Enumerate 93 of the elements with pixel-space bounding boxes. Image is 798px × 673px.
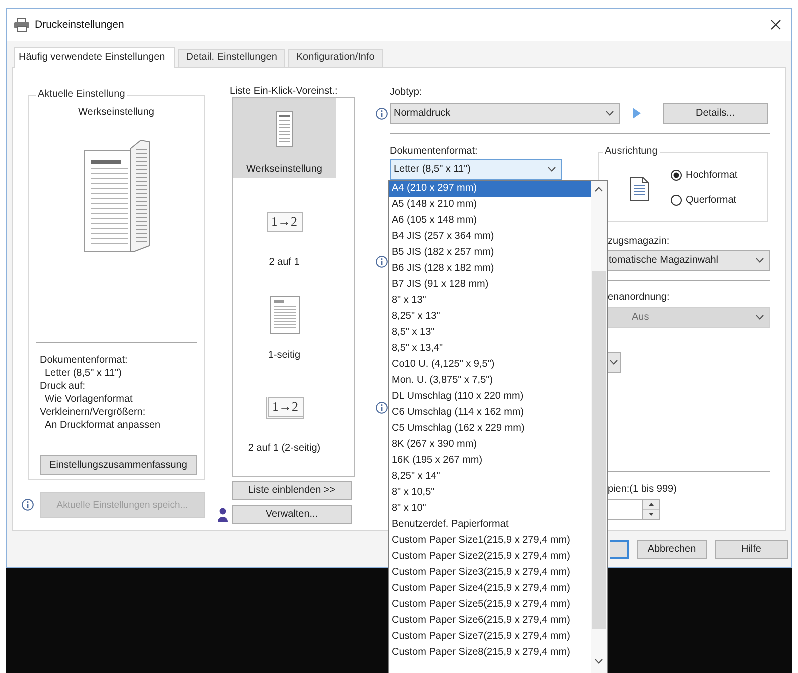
dropdown-option[interactable]: 8,5" x 13,4" bbox=[389, 341, 591, 357]
dropdown-option[interactable]: 8" x 10" bbox=[389, 501, 591, 517]
dropdown-option[interactable]: Custom Paper Size8(215,9 x 279,4 mm) bbox=[389, 645, 591, 661]
preset-item[interactable]: Werkseinstellung bbox=[233, 98, 336, 178]
dropdown-option[interactable]: 8,5" x 13" bbox=[389, 325, 591, 341]
play-icon bbox=[633, 108, 641, 119]
tab[interactable]: Detail. Einstellungen bbox=[178, 49, 286, 67]
layout-thumbnail: 1→2 bbox=[266, 397, 304, 419]
info-icon bbox=[22, 499, 34, 511]
field-label: pien:(1 bis 999) bbox=[608, 484, 678, 496]
dropdown-option[interactable]: Custom Paper Size6(215,9 x 279,4 mm) bbox=[389, 613, 591, 629]
group-title: Ausrichtung bbox=[604, 146, 659, 158]
preset-name: Werkseinstellung bbox=[78, 107, 156, 119]
layout-thumbnail: 1→2 bbox=[266, 212, 302, 232]
dropdown-option[interactable]: B4 JIS (257 x 364 mm) bbox=[389, 229, 591, 245]
details-button[interactable]: Details... bbox=[663, 103, 768, 124]
radio-button[interactable] bbox=[671, 194, 682, 206]
chevron-down-icon bbox=[548, 167, 556, 172]
field-label: zugsmagazin: bbox=[608, 236, 671, 248]
dropdown-option[interactable]: 8,25" x 13" bbox=[389, 309, 591, 325]
dropdown-option[interactable]: Custom Paper Size4(215,9 x 279,4 mm) bbox=[389, 581, 591, 597]
dropdown-option[interactable]: DL Umschlag (110 x 220 mm) bbox=[389, 389, 591, 405]
dropdown-option[interactable]: B7 JIS (91 x 128 mm) bbox=[389, 277, 591, 293]
preset-item[interactable]: 1→2 2 auf 1 (2-seitig) bbox=[233, 377, 336, 457]
user-icon bbox=[218, 508, 228, 522]
scrollbar[interactable] bbox=[591, 181, 607, 673]
dropdown-option[interactable]: C5 Umschlag (162 x 229 mm) bbox=[389, 421, 591, 437]
summary-label: Druck auf: bbox=[40, 380, 87, 393]
dialog-button[interactable]: Hilfe bbox=[715, 540, 788, 559]
dropdown-option[interactable]: Mon. U. (3,875" x 7,5") bbox=[389, 373, 591, 389]
dropdown-option[interactable]: B6 JIS (128 x 182 mm) bbox=[389, 261, 591, 277]
summary-value: Letter (8,5" x 11") bbox=[45, 367, 123, 380]
dropdown-option[interactable]: 8,25" x 14" bbox=[389, 469, 591, 485]
dropdown-option[interactable]: Custom Paper Size3(215,9 x 279,4 mm) bbox=[389, 565, 591, 581]
dropdown-option[interactable]: A4 (210 x 297 mm) bbox=[389, 181, 591, 197]
chevron-down-icon bbox=[610, 360, 618, 365]
paper-size-dropdown[interactable]: Letter (8,5" x 11") bbox=[390, 159, 562, 180]
group-title: Aktuelle Einstellung bbox=[37, 89, 126, 101]
default-button[interactable] bbox=[610, 540, 629, 559]
dropdown-option[interactable]: 16K (195 x 267 mm) bbox=[389, 453, 591, 469]
page-icon bbox=[276, 111, 293, 147]
dropdown-option[interactable]: A6 (105 x 148 mm) bbox=[389, 213, 591, 229]
chevron-down-icon bbox=[756, 258, 764, 263]
orientation-option[interactable]: Querformat bbox=[671, 193, 738, 207]
info-icon bbox=[376, 108, 388, 120]
dropdown-option[interactable]: C6 Umschlag (114 x 162 mm) bbox=[389, 405, 591, 421]
spin-up-button[interactable] bbox=[643, 500, 659, 510]
dropdown-option[interactable]: 8" x 13" bbox=[389, 293, 591, 309]
orientation-option[interactable]: Hochformat bbox=[671, 168, 738, 182]
dropdown-option[interactable]: Benutzerdef. Papierformat bbox=[389, 517, 591, 533]
summary-value: An Druckformat anpassen bbox=[45, 419, 162, 432]
dropdown-option[interactable]: Co10 U. (4,125" x 9,5") bbox=[389, 357, 591, 373]
preset-item[interactable]: 1→2 2 auf 1 bbox=[233, 191, 336, 271]
caret-up-icon bbox=[648, 503, 654, 506]
chevron-down-icon bbox=[756, 315, 764, 320]
close-icon bbox=[771, 20, 781, 30]
spin-down-button[interactable] bbox=[643, 510, 659, 519]
summary-label: Dokumentenformat: bbox=[40, 354, 129, 367]
dropdown-option[interactable]: 8K (267 x 390 mm) bbox=[389, 437, 591, 453]
scrollbar-thumb[interactable] bbox=[592, 271, 606, 629]
list-label: Liste Ein-Klick-Voreinst.: bbox=[230, 87, 339, 97]
field-label: Jobtyp: bbox=[390, 87, 424, 99]
page-icon bbox=[630, 177, 649, 201]
tab[interactable]: Häufig verwendete Einstellungen bbox=[14, 47, 176, 68]
summary-label: Verkleinern/Vergrößern: bbox=[40, 406, 147, 419]
dropdown-option[interactable]: A5 (148 x 210 mm) bbox=[389, 197, 591, 213]
printer-icon bbox=[14, 18, 30, 32]
window-title: Druckeinstellungen bbox=[35, 19, 124, 31]
show-list-button[interactable]: Liste einblenden >> bbox=[232, 481, 352, 500]
dropdown-option[interactable]: Custom Paper Size5(215,9 x 279,4 mm) bbox=[389, 597, 591, 613]
job-type-dropdown[interactable]: Normaldruck bbox=[390, 103, 620, 124]
dropdown[interactable]: tomatische Magazinwahl bbox=[608, 250, 770, 271]
dropdown-option[interactable]: B5 JIS (182 x 257 mm) bbox=[389, 245, 591, 261]
dropdown-option[interactable]: Custom Paper Size2(215,9 x 279,4 mm) bbox=[389, 549, 591, 565]
tab[interactable]: Konfiguration/Info bbox=[288, 49, 383, 67]
radio-button[interactable] bbox=[671, 170, 682, 180]
chevron-down-icon bbox=[606, 111, 614, 116]
preset-item[interactable]: 1-seitig bbox=[233, 284, 336, 364]
dropdown-option[interactable]: Custom Paper Size1(215,9 x 279,4 mm) bbox=[389, 533, 591, 549]
dropdown-option[interactable]: 8" x 10,5" bbox=[389, 485, 591, 501]
manage-button[interactable]: Verwalten... bbox=[232, 505, 352, 524]
chevron-down-icon bbox=[595, 658, 603, 664]
dialog-button[interactable]: Abbrechen bbox=[637, 540, 707, 559]
caret-down-icon bbox=[648, 513, 654, 516]
summary-value: Wie Vorlagenformat bbox=[45, 393, 134, 406]
dropdown[interactable] bbox=[608, 352, 621, 373]
summary-button[interactable]: Einstellungszusammenfassung bbox=[40, 455, 197, 475]
field-label: enanordnung: bbox=[608, 292, 671, 304]
dropdown-option[interactable]: Custom Paper Size7(215,9 x 279,4 mm) bbox=[389, 629, 591, 645]
chevron-up-icon bbox=[595, 187, 603, 192]
page-icon bbox=[270, 296, 300, 334]
field-label: Dokumentenformat: bbox=[390, 146, 479, 158]
number-field[interactable] bbox=[608, 499, 642, 520]
